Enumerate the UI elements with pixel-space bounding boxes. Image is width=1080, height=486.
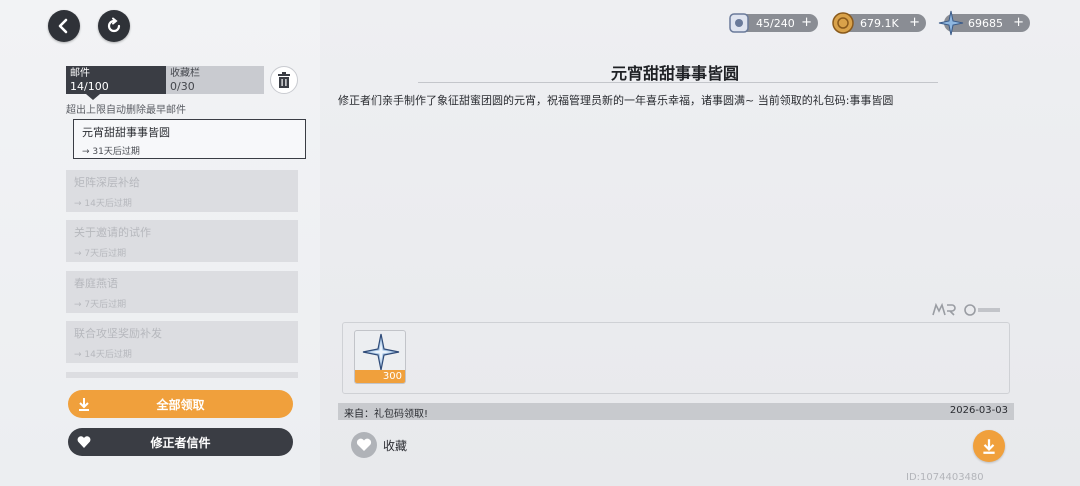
tab-mail-label: 邮件	[70, 68, 90, 79]
corrector-letter-button[interactable]: 修正者信件	[68, 428, 293, 456]
mail-item[interactable]: 矩阵深层补给 → 14天后过期	[66, 170, 298, 212]
crystal-icon	[938, 10, 964, 36]
mail-date: 2026-03-03	[949, 405, 1008, 416]
mail-item-expiry: → 31天后过期	[82, 147, 140, 157]
tab-pointer-icon	[86, 94, 100, 100]
stamina-bar: 45/240 +	[729, 13, 818, 33]
back-button[interactable]	[48, 10, 80, 42]
heart-shape	[356, 438, 372, 451]
mail-item-expiry: → 7天后过期	[74, 300, 127, 310]
add-coin-button[interactable]: +	[909, 15, 920, 30]
heart-letter-icon	[77, 436, 91, 448]
mail-item-expiry-text: 31天后过期	[92, 147, 140, 157]
add-crystal-button[interactable]: +	[1013, 15, 1024, 30]
crystal-counter: 69685 +	[938, 10, 1030, 36]
stamina-counter: 45/240 +	[729, 12, 818, 34]
tab-favorites-count: 0/30	[170, 80, 195, 93]
crystal-bar: 69685 +	[938, 10, 1030, 36]
sender-text: 来自：礼包码领取!	[344, 409, 429, 420]
corrector-letter-label: 修正者信件	[150, 435, 211, 450]
mail-tabs: 邮件 14/100 收藏栏 0/30	[66, 66, 264, 100]
mail-item-title: 联合攻坚奖励补发	[74, 327, 162, 340]
crystal-reward-icon	[362, 333, 400, 371]
coin-icon	[832, 12, 854, 34]
add-stamina-button[interactable]: +	[801, 15, 812, 30]
attachment-box	[342, 322, 1010, 394]
coin-bar: 679.1K +	[832, 12, 926, 34]
mail-item-title: 矩阵深层补给	[74, 176, 140, 189]
reward-item-crystal[interactable]: 300	[354, 330, 406, 384]
coin-value: 679.1K	[860, 16, 899, 30]
mail-item-expiry-text: 14天后过期	[84, 199, 132, 209]
brand-watermark-icon	[932, 302, 1002, 320]
claim-all-label: 全部领取	[156, 397, 205, 412]
coin-counter: 679.1K +	[832, 12, 926, 34]
mail-item-expiry-text: 7天后过期	[84, 300, 127, 310]
trash-icon	[278, 72, 290, 88]
download-icon	[983, 439, 995, 454]
stamina-icon	[729, 13, 749, 33]
logo-mark	[932, 302, 1000, 316]
refresh-button[interactable]	[98, 10, 130, 42]
mail-item-expiry: → 7天后过期	[74, 249, 127, 259]
mail-item-partial	[66, 372, 298, 378]
mail-item-title: 关于邀请的试作	[74, 226, 151, 239]
mail-item-expiry: → 14天后过期	[74, 350, 132, 360]
reward-quantity: 300	[355, 370, 405, 383]
sender-bar: 来自：礼包码领取! 2026-03-03	[338, 403, 1014, 420]
crystal-value: 69685	[968, 16, 1003, 30]
arrow-left-icon	[58, 18, 68, 34]
download-icon	[79, 398, 89, 411]
tab-favorites-label: 收藏栏	[170, 68, 200, 79]
tab-mail-count: 14/100	[70, 80, 109, 93]
mail-item[interactable]: 联合攻坚奖励补发 → 14天后过期	[66, 321, 298, 363]
claim-all-button[interactable]: 全部领取	[68, 390, 293, 418]
stamina-value: 45/240	[756, 16, 795, 30]
mail-item-title: 元宵甜甜事事皆圆	[82, 126, 170, 139]
delete-button[interactable]	[270, 66, 298, 94]
user-id: ID:1074403480	[906, 472, 984, 483]
favorite-label: 收藏	[383, 438, 408, 453]
auto-delete-hint: 超出上限自动删除最早邮件	[66, 105, 186, 116]
mail-item-expiry: → 14天后过期	[74, 199, 132, 209]
mail-item-selected[interactable]: 元宵甜甜事事皆圆 → 31天后过期	[73, 119, 306, 159]
mail-sidebar: 邮件 14/100 收藏栏 0/30 超出上限自动删除最早邮件 元宵甜甜事事皆圆…	[0, 0, 320, 486]
mail-item[interactable]: 关于邀请的试作 → 7天后过期	[66, 220, 298, 262]
mail-item-expiry-text: 7天后过期	[84, 249, 127, 259]
mail-item-expiry-text: 14天后过期	[84, 350, 132, 360]
refresh-icon	[107, 17, 121, 33]
heart-icon	[351, 432, 377, 458]
mail-title: 元宵甜甜事事皆圆	[610, 64, 739, 83]
tab-favorites[interactable]: 收藏栏 0/30	[166, 66, 264, 94]
tab-mail[interactable]: 邮件 14/100	[66, 66, 166, 100]
mail-item[interactable]: 春庭燕语 → 7天后过期	[66, 271, 298, 313]
title-divider	[418, 82, 938, 83]
claim-button[interactable]	[973, 430, 1005, 462]
mail-body: 修正者们亲手制作了象征甜蜜团圆的元宵，祝福管理员新的一年喜乐幸福，诸事圆满~ 当…	[338, 94, 894, 107]
mail-item-title: 春庭燕语	[74, 277, 118, 290]
favorite-button[interactable]: 收藏	[351, 432, 407, 458]
